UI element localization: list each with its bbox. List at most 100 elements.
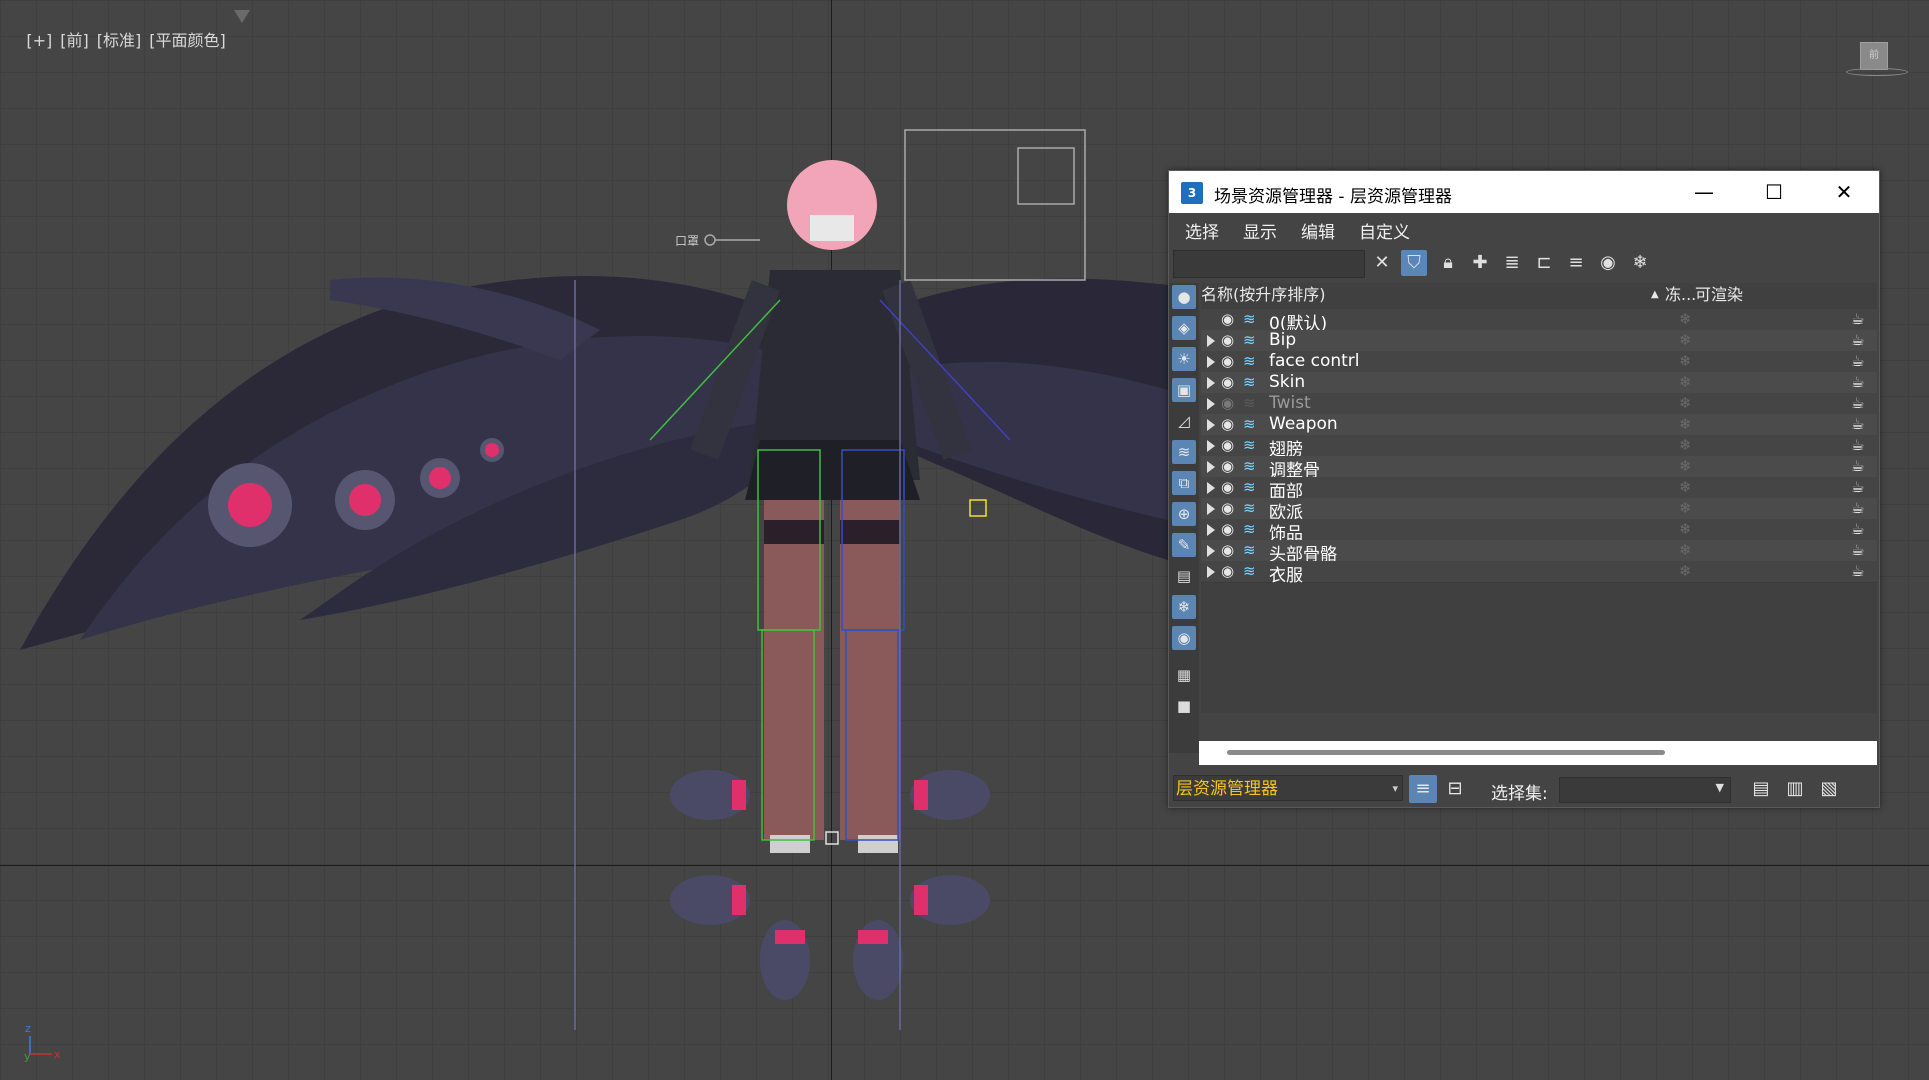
edit-explorer-icon[interactable]: ▧ <box>1815 775 1843 803</box>
expand-arrow-icon[interactable] <box>1207 524 1215 536</box>
layer-row[interactable]: ◉ ≋ 0(默认) ❄ ☕ <box>1201 309 1877 334</box>
expand-arrow-icon[interactable] <box>1207 377 1215 389</box>
layer-name[interactable]: Bip <box>1269 330 1296 350</box>
minimize-button[interactable]: — <box>1669 171 1739 213</box>
column-name-header[interactable]: 名称(按升序排序) <box>1201 283 1326 307</box>
spacewarps-filter-icon[interactable]: ≋ <box>1172 440 1196 464</box>
freeze-icon[interactable]: ❄ <box>1627 250 1653 276</box>
selection-set-dropdown[interactable]: ▼ <box>1559 777 1731 803</box>
maximize-button[interactable]: ☐ <box>1739 171 1809 213</box>
title-bar[interactable]: 3 场景资源管理器 - 层资源管理器 — ☐ ✕ <box>1169 171 1879 213</box>
hide-icon[interactable]: ◉ <box>1595 250 1621 276</box>
groups-filter-icon[interactable]: ⧉ <box>1172 471 1196 495</box>
visibility-eye-icon[interactable]: ◉ <box>1221 520 1234 538</box>
layer-row[interactable]: ◉ ≋ Bip ❄ ☕ <box>1201 330 1877 352</box>
cameras-filter-icon[interactable]: ▣ <box>1172 378 1196 402</box>
renderable-teapot-icon[interactable]: ☕ <box>1851 331 1864 349</box>
visibility-eye-icon[interactable]: ◉ <box>1221 415 1234 433</box>
lock-icon[interactable]: 🔒︎ <box>1435 250 1461 276</box>
renderable-teapot-icon[interactable]: ☕ <box>1851 541 1864 559</box>
expand-arrow-icon[interactable] <box>1207 503 1215 515</box>
visibility-eye-icon[interactable]: ◉ <box>1221 436 1234 454</box>
expand-arrow-icon[interactable] <box>1207 566 1215 578</box>
menu-customize[interactable]: 自定义 <box>1359 218 1410 243</box>
renderable-teapot-icon[interactable]: ☕ <box>1851 373 1864 391</box>
expand-arrow-icon[interactable] <box>1207 461 1215 473</box>
layer-name[interactable]: Weapon <box>1269 414 1338 434</box>
expand-arrow-icon[interactable] <box>1207 398 1215 410</box>
display-none-icon[interactable]: ■ <box>1172 694 1196 718</box>
visibility-eye-icon[interactable]: ◉ <box>1221 499 1234 517</box>
column-renderable-header[interactable]: 可渲染 <box>1695 283 1743 307</box>
freeze-icon[interactable]: ❄ <box>1679 436 1692 454</box>
hierarchy-icon[interactable]: ⊏ <box>1531 250 1557 276</box>
visibility-eye-icon[interactable]: ◉ <box>1221 562 1234 580</box>
filter-icon[interactable]: ⛉ <box>1401 250 1427 276</box>
save-explorer-icon[interactable]: ▤ <box>1747 775 1775 803</box>
renderable-teapot-icon[interactable]: ☕ <box>1851 499 1864 517</box>
layer-name[interactable]: 衣服 <box>1269 561 1303 586</box>
freeze-icon[interactable]: ❄ <box>1679 310 1692 328</box>
layer-row[interactable]: ◉ ≋ 衣服 ❄ ☕ <box>1201 561 1877 586</box>
layer-row[interactable]: ◉ ≋ 头部骨骼 ❄ ☕ <box>1201 540 1877 565</box>
freeze-icon[interactable]: ❄ <box>1679 394 1692 412</box>
visibility-eye-icon[interactable]: ◉ <box>1221 457 1234 475</box>
expand-arrow-icon[interactable] <box>1207 482 1215 494</box>
scrollbar-thumb[interactable] <box>1227 750 1665 755</box>
layer-row[interactable]: ◉ ≋ Weapon ❄ ☕ <box>1201 414 1877 436</box>
geometry-filter-icon[interactable]: ● <box>1172 285 1196 309</box>
visibility-eye-icon[interactable]: ◉ <box>1221 352 1234 370</box>
layer-name[interactable]: Twist <box>1269 393 1311 413</box>
layer-name[interactable]: Skin <box>1269 372 1305 392</box>
freeze-icon[interactable]: ❄ <box>1679 373 1692 391</box>
layers-icon[interactable]: ≡ <box>1563 250 1589 276</box>
freeze-icon[interactable]: ❄ <box>1679 415 1692 433</box>
close-button[interactable]: ✕ <box>1809 171 1879 213</box>
visibility-eye-icon[interactable]: ◉ <box>1221 310 1234 328</box>
layer-row[interactable]: ◉ ≋ 翅膀 ❄ ☕ <box>1201 435 1877 460</box>
renderable-teapot-icon[interactable]: ☕ <box>1851 457 1864 475</box>
renderable-teapot-icon[interactable]: ☕ <box>1851 415 1864 433</box>
visibility-eye-icon[interactable]: ◉ <box>1221 541 1234 559</box>
freeze-icon[interactable]: ❄ <box>1679 541 1692 559</box>
frozen-filter-icon[interactable]: ❄ <box>1172 595 1196 619</box>
create-layer-icon[interactable]: ✚ <box>1467 250 1493 276</box>
freeze-icon[interactable]: ❄ <box>1679 457 1692 475</box>
display-all-icon[interactable]: ▦ <box>1172 663 1196 687</box>
renderable-teapot-icon[interactable]: ☕ <box>1851 310 1864 328</box>
visibility-eye-icon[interactable]: ◉ <box>1221 373 1234 391</box>
horizontal-scrollbar[interactable] <box>1199 741 1877 765</box>
expand-arrow-icon[interactable] <box>1207 545 1215 557</box>
shapes-filter-icon[interactable]: ◈ <box>1172 316 1196 340</box>
layer-row[interactable]: ◉ ≋ Skin ❄ ☕ <box>1201 372 1877 394</box>
freeze-icon[interactable]: ❄ <box>1679 499 1692 517</box>
search-input[interactable] <box>1173 250 1365 278</box>
expand-arrow-icon[interactable] <box>1207 335 1215 347</box>
menu-edit[interactable]: 编辑 <box>1301 218 1335 243</box>
bones-filter-icon[interactable]: ✎ <box>1172 533 1196 557</box>
freeze-icon[interactable]: ❄ <box>1679 478 1692 496</box>
renderable-teapot-icon[interactable]: ☕ <box>1851 352 1864 370</box>
layer-row[interactable]: ◉ ≋ 欧派 ❄ ☕ <box>1201 498 1877 523</box>
renderable-teapot-icon[interactable]: ☕ <box>1851 562 1864 580</box>
renderable-teapot-icon[interactable]: ☕ <box>1851 478 1864 496</box>
load-explorer-icon[interactable]: ▥ <box>1781 775 1809 803</box>
renderable-teapot-icon[interactable]: ☕ <box>1851 394 1864 412</box>
expand-arrow-icon[interactable] <box>1207 419 1215 431</box>
expand-arrow-icon[interactable] <box>1207 356 1215 368</box>
containers-filter-icon[interactable]: ▤ <box>1172 564 1196 588</box>
visibility-eye-icon[interactable]: ◉ <box>1221 394 1234 412</box>
layer-mode-icon[interactable]: ≡ <box>1409 775 1437 803</box>
clear-search-icon[interactable]: ✕ <box>1369 250 1395 276</box>
visibility-eye-icon[interactable]: ◉ <box>1221 478 1234 496</box>
layer-row[interactable]: ◉ ≋ 饰品 ❄ ☕ <box>1201 519 1877 544</box>
layer-name[interactable]: face contrl <box>1269 351 1360 371</box>
layer-row[interactable]: ◉ ≋ 调整骨 ❄ ☕ <box>1201 456 1877 481</box>
freeze-icon[interactable]: ❄ <box>1679 562 1692 580</box>
expand-arrow-icon[interactable] <box>1207 440 1215 452</box>
freeze-icon[interactable]: ❄ <box>1679 352 1692 370</box>
menu-select[interactable]: 选择 <box>1185 218 1219 243</box>
helpers-filter-icon[interactable]: ◿ <box>1172 409 1196 433</box>
visibility-eye-icon[interactable]: ◉ <box>1221 331 1234 349</box>
hidden-filter-icon[interactable]: ◉ <box>1172 626 1196 650</box>
